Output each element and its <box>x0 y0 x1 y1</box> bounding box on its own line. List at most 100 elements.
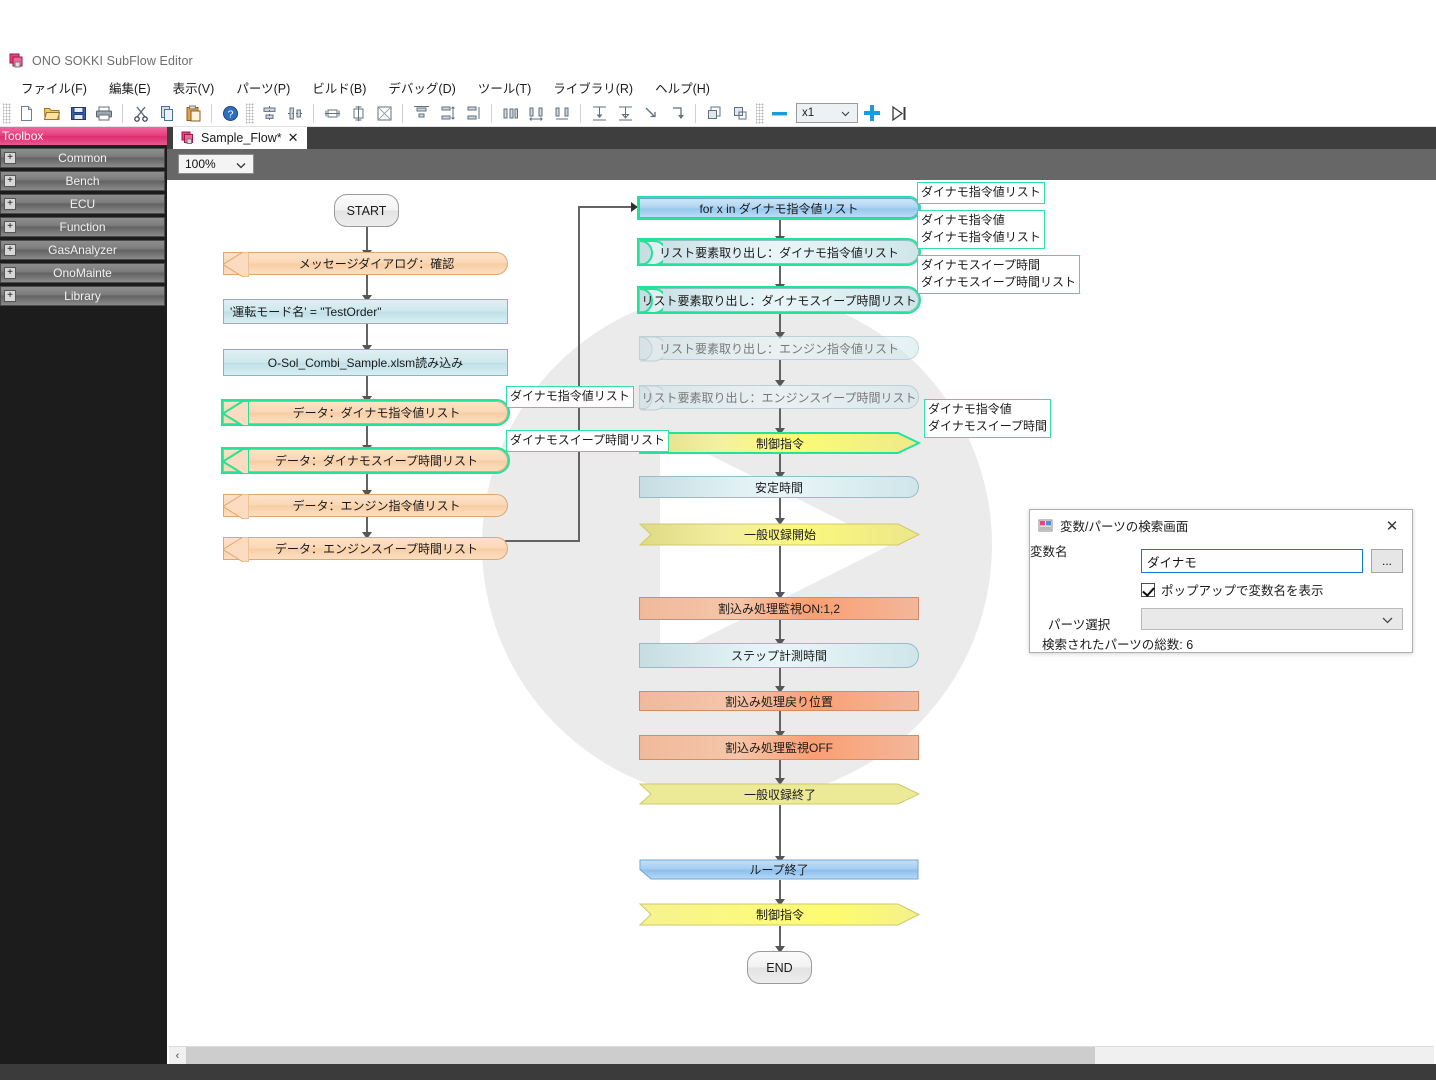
toolbar-grip-3[interactable] <box>756 102 764 124</box>
expander-plus-icon[interactable]: + <box>4 152 16 164</box>
expander-plus-icon[interactable]: + <box>4 267 16 279</box>
menu-item-help[interactable]: ヘルプ(H) <box>644 75 721 100</box>
zoom-level-select[interactable]: 100% <box>178 154 254 174</box>
align-center-vertical-icon[interactable] <box>257 102 281 125</box>
run-to-end-icon[interactable] <box>887 102 911 125</box>
node-end[interactable]: END <box>747 951 812 984</box>
toolbox-item-gasanalyzer[interactable]: + GasAnalyzer <box>0 240 165 260</box>
toolbox-item-bench[interactable]: + Bench <box>0 171 165 191</box>
align-middle-icon[interactable] <box>283 102 307 125</box>
node-interrupt-return[interactable]: 割込み処理戻り位置 <box>639 691 919 711</box>
paste-icon[interactable] <box>181 102 205 125</box>
node-interrupt-off[interactable]: 割込み処理監視OFF <box>639 735 919 760</box>
step-size-select[interactable]: x1 <box>796 103 858 123</box>
search-dialog[interactable]: 変数/パーツの検索画面 ✕ 変数名 ダイナモ ... ポップアップで変数名を表示… <box>1029 509 1413 653</box>
scrollbar-thumb[interactable] <box>186 1047 1095 1064</box>
space-vertical-icon[interactable] <box>461 102 485 125</box>
node-stable-time[interactable]: 安定時間 <box>639 476 919 498</box>
close-icon[interactable]: ✕ <box>288 130 299 146</box>
distribute-horizontal-icon[interactable] <box>524 102 548 125</box>
node-label: ステップ計測時間 <box>730 649 827 663</box>
bring-front-icon[interactable] <box>702 102 726 125</box>
menu-item-view[interactable]: 表示(V) <box>162 75 226 100</box>
expander-plus-icon[interactable]: + <box>4 221 16 233</box>
node-label: 割込み処理戻り位置 <box>724 694 833 709</box>
toolbar-separator-5 <box>491 103 492 123</box>
send-back-icon[interactable] <box>728 102 752 125</box>
align-horizontal-icon[interactable] <box>498 102 522 125</box>
toolbox-item-common[interactable]: + Common <box>0 148 165 168</box>
node-loop-end[interactable]: ループ終了 <box>639 859 919 880</box>
node-extract-eng-sweep[interactable]: リスト要素取り出し：エンジンスイープ時間リスト <box>639 385 919 411</box>
align-top-icon[interactable] <box>409 102 433 125</box>
popup-display-checkbox-label: ポップアップで変数名を表示 <box>1161 584 1324 598</box>
node-data-eng-cmd-list[interactable]: データ：エンジン指令値リスト <box>223 494 508 519</box>
toolbox-item-onomainte[interactable]: + OnoMainte <box>0 263 165 283</box>
node-step-measure-time[interactable]: ステップ計測時間 <box>639 643 919 668</box>
toolbox-item-label: Bench <box>65 174 100 188</box>
open-folder-icon[interactable] <box>40 102 64 125</box>
align-baseline-icon[interactable] <box>613 102 637 125</box>
node-extract-dyno-sweep[interactable]: リスト要素取り出し：ダイナモスイープ時間リスト <box>637 286 921 314</box>
minus-icon[interactable] <box>767 102 791 125</box>
step-into-icon[interactable] <box>639 102 663 125</box>
menu-item-build[interactable]: ビルド(B) <box>301 75 377 100</box>
same-height-icon[interactable] <box>346 102 370 125</box>
connector-line <box>779 546 781 597</box>
menu-item-library[interactable]: ライブラリ(R) <box>542 75 644 100</box>
tab-sample-flow[interactable]: Sample_Flow* ✕ <box>173 127 307 149</box>
step-over-icon[interactable] <box>665 102 689 125</box>
space-horizontal-icon[interactable] <box>550 102 574 125</box>
popup-display-checkbox-row[interactable]: ポップアップで変数名を表示 <box>1141 580 1324 599</box>
node-for-loop[interactable]: for x in ダイナモ指令値リスト <box>637 196 921 220</box>
node-control-command-1[interactable]: 制御指令 <box>637 432 922 454</box>
node-extract-dyno-cmd[interactable]: リスト要素取り出し：ダイナモ指令値リスト <box>637 238 921 266</box>
menu-item-file[interactable]: ファイル(F) <box>10 75 98 100</box>
search-result-total: 検索されたパーツの総数: 6 <box>1042 638 1194 652</box>
menu-item-parts[interactable]: パーツ(P) <box>225 75 301 100</box>
node-load-xlsm[interactable]: O-Sol_Combi_Sample.xlsm読み込み <box>223 349 508 376</box>
var-label-line: ダイナモ指令値リスト <box>510 389 630 403</box>
help-icon[interactable]: ? <box>218 102 242 125</box>
node-data-dyno-cmd-list[interactable]: データ：ダイナモ指令値リスト <box>221 399 510 426</box>
parts-select-dropdown[interactable] <box>1141 608 1403 630</box>
expander-plus-icon[interactable]: + <box>4 244 16 256</box>
node-rec-end[interactable]: 一般収録終了 <box>638 783 921 805</box>
node-extract-eng-cmd[interactable]: リスト要素取り出し：エンジン指令値リスト <box>639 336 919 362</box>
node-rec-start[interactable]: 一般収録開始 <box>638 523 921 546</box>
node-start[interactable]: START <box>334 194 399 227</box>
toolbox-item-function[interactable]: + Function <box>0 217 165 237</box>
menu-item-edit[interactable]: 編集(E) <box>98 75 162 100</box>
expander-plus-icon[interactable]: + <box>4 290 16 302</box>
print-icon[interactable] <box>92 102 116 125</box>
horizontal-scrollbar[interactable]: ‹ <box>169 1046 1434 1064</box>
node-mode-assign[interactable]: '運転モード名' = "TestOrder" <box>223 299 508 324</box>
save-icon[interactable] <box>66 102 90 125</box>
toolbox-item-ecu[interactable]: + ECU <box>0 194 165 214</box>
node-interrupt-on[interactable]: 割込み処理監視ON:1,2 <box>639 597 919 620</box>
cut-icon[interactable] <box>129 102 153 125</box>
node-data-eng-sweep-list[interactable]: データ：エンジンスイープ時間リスト <box>223 537 508 562</box>
popup-display-checkbox[interactable] <box>1141 582 1155 597</box>
variable-name-input[interactable]: ダイナモ <box>1141 549 1363 573</box>
close-icon[interactable]: ✕ <box>1372 510 1412 541</box>
scroll-left-arrow-icon[interactable]: ‹ <box>169 1047 186 1064</box>
new-file-icon[interactable] <box>14 102 38 125</box>
node-message-dialog[interactable]: メッセージダイアログ：確認 <box>223 252 508 277</box>
same-size-icon[interactable] <box>372 102 396 125</box>
align-bottom-icon[interactable] <box>587 102 611 125</box>
toolbar-grip-1[interactable] <box>3 102 11 124</box>
toolbar-grip-2[interactable] <box>246 102 254 124</box>
same-width-icon[interactable] <box>320 102 344 125</box>
expander-plus-icon[interactable]: + <box>4 198 16 210</box>
menu-item-debug[interactable]: デバッグ(D) <box>377 75 466 100</box>
plus-icon[interactable] <box>859 102 885 125</box>
toolbox-item-library[interactable]: + Library <box>0 286 165 306</box>
distribute-vertical-icon[interactable] <box>435 102 459 125</box>
expander-plus-icon[interactable]: + <box>4 175 16 187</box>
node-control-command-2[interactable]: 制御指令 <box>638 903 921 926</box>
browse-button[interactable]: ... <box>1371 549 1403 573</box>
menu-item-tools[interactable]: ツール(T) <box>467 75 542 100</box>
copy-icon[interactable] <box>155 102 179 125</box>
node-data-dyno-sweep-list[interactable]: データ：ダイナモスイープ時間リスト <box>221 447 510 474</box>
